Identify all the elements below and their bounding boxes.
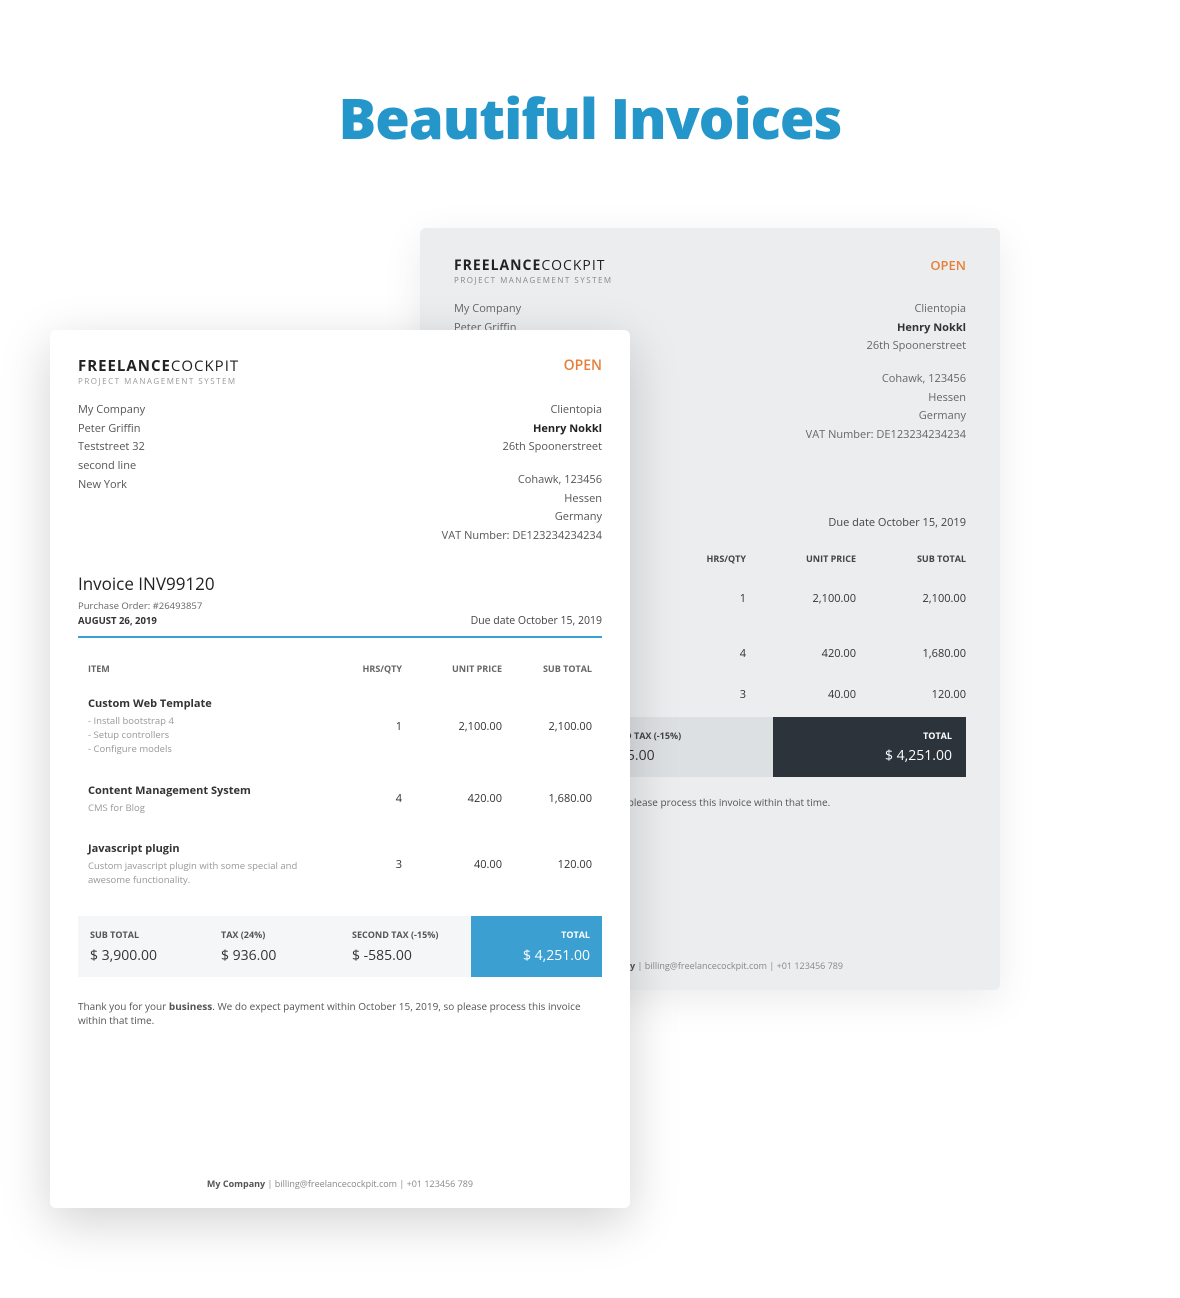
invoice-footer: My Company | billing@freelancecockpit.co… [78, 1177, 602, 1190]
purchase-order: Purchase Order: #26493857 [78, 599, 602, 612]
from-address: My Company Peter Griffin Teststreet 32 s… [78, 401, 145, 546]
thank-you-text: Thank you for your business. We do expec… [78, 999, 602, 1027]
table-header: ITEM HRS/QTY UNIT PRICE SUB TOTAL [78, 654, 602, 683]
page-headline: Beautiful Invoices [0, 0, 1180, 156]
brand-logo: FREELANCECOCKPIT PROJECT MANAGEMENT SYST… [454, 256, 613, 286]
invoice-preview-front: FREELANCECOCKPIT PROJECT MANAGEMENT SYST… [50, 330, 630, 1208]
status-badge: OPEN [564, 356, 602, 375]
to-address: Clientopia Henry Nokkl 26th Spoonerstree… [806, 300, 966, 445]
status-badge: OPEN [930, 256, 966, 274]
table-row: Javascript plugin Custom javascript plug… [78, 828, 602, 901]
brand-logo: FREELANCECOCKPIT PROJECT MANAGEMENT SYST… [78, 356, 239, 387]
to-address: Clientopia Henry Nokkl 26th Spoonerstree… [442, 401, 602, 546]
totals-row: SUB TOTAL $ 3,900.00 TAX (24%) $ 936.00 … [78, 916, 602, 977]
due-date: Due date October 15, 2019 [471, 614, 602, 628]
invoice-date: AUGUST 26, 2019 [78, 614, 157, 627]
table-row: Content Management System CMS for Blog 4… [78, 770, 602, 828]
table-row: Custom Web Template - Install bootstrap … [78, 683, 602, 770]
invoice-title: Invoice INV99120 [78, 572, 602, 595]
